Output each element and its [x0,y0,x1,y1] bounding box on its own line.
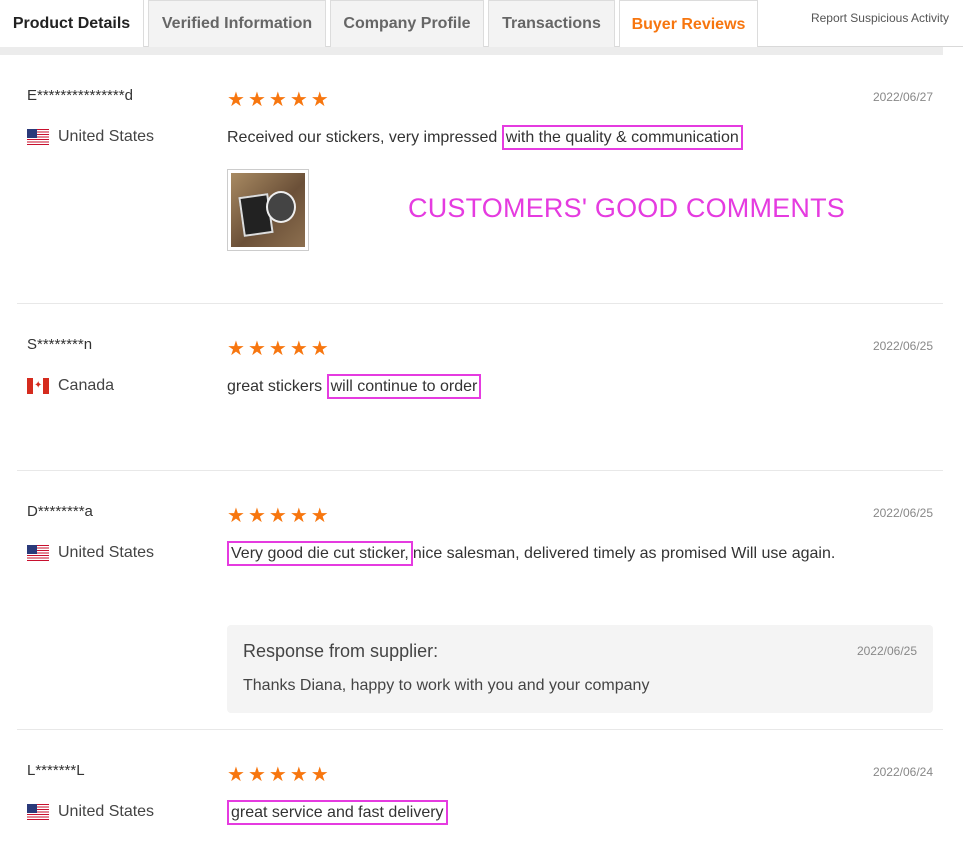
star-icon: ★ [268,89,287,111]
review-date: 2022/06/24 [872,765,933,779]
supplier-response: Response from supplier: 2022/06/25 Thank… [227,625,933,713]
star-icon: ★ [289,764,308,786]
sticker-image [266,191,296,223]
review-text-plain: Received our stickers, very impressed [227,129,502,146]
review-text-highlight: Very good die cut sticker, [227,541,413,566]
country-label: Canada [58,377,115,394]
star-icon: ★ [227,89,245,111]
reviewer-name: D********a [27,503,93,520]
review-item: S********n ✦ Canada ★ ★ ★ ★ ★ 2022/06/25 gre… [17,336,943,471]
star-icon: ★ [310,338,329,360]
reviewer-name: L*******L [27,762,85,779]
review-text-plain: nice salesman, delivered timely as promi… [412,545,836,562]
review-date: 2022/06/25 [872,506,933,520]
us-flag-icon [27,545,49,561]
us-flag-icon [27,129,49,145]
review-photo-thumbnail[interactable] [227,169,309,251]
star-icon: ★ [268,338,287,360]
tab-company-profile[interactable]: Company Profile [330,0,484,47]
tab-verified-information[interactable]: Verified Information [148,0,326,47]
review-item: D********a United States ★ ★ ★ ★ ★ 2022/06/2… [17,503,943,730]
reviewer-country: United States [27,803,154,821]
star-icon: ★ [268,764,287,786]
tab-buyer-reviews[interactable]: Buyer Reviews [619,0,758,48]
divider-band [0,47,943,55]
review-date: 2022/06/25 [872,339,933,353]
canada-flag-icon: ✦ [27,378,49,394]
country-label: United States [58,128,155,145]
review-date: 2022/06/27 [872,90,933,104]
star-icon: ★ [227,764,245,786]
star-icon: ★ [227,505,245,527]
review-text-highlight: will continue to order [326,374,482,399]
response-date: 2022/06/25 [856,644,917,658]
star-icon: ★ [247,89,266,111]
response-text: Thanks Diana, happy to work with you and… [243,677,650,694]
overlay-caption: CUSTOMERS' GOOD COMMENTS [408,193,845,223]
tab-transactions[interactable]: Transactions [488,0,615,47]
star-icon: ★ [289,505,308,527]
review-text: great service and fast delivery [227,800,448,825]
star-icon: ★ [310,764,329,786]
reviewer-name: S********n [27,336,93,353]
star-icon: ★ [289,89,308,111]
country-label: United States [58,544,155,561]
star-icon: ★ [310,89,329,111]
review-text: Received our stickers, very impressed wi… [227,125,743,150]
review-text-highlight: with the quality & communication [501,125,743,150]
star-icon: ★ [247,338,266,360]
star-rating: ★ ★ ★ ★ ★ [227,338,329,360]
response-title: Response from supplier: [243,641,439,661]
us-flag-icon [27,804,49,820]
star-icon: ★ [310,505,329,527]
star-rating: ★ ★ ★ ★ ★ [227,89,329,111]
reviewer-country: United States [27,128,154,146]
tab-bar: Product Details Verified Information Com… [0,0,963,48]
star-icon: ★ [289,338,308,360]
star-icon: ★ [247,764,266,786]
tab-product-details[interactable]: Product Details [0,0,144,47]
review-text-highlight: great service and fast delivery [227,800,448,825]
star-icon: ★ [247,505,266,527]
review-text-plain: great stickers [227,378,327,395]
reviewer-name: E***************d [27,87,133,104]
report-suspicious-activity-link[interactable]: Report Suspicious Activity [811,11,949,25]
review-text: great stickers will continue to order [227,374,482,399]
star-icon: ★ [268,505,287,527]
reviewer-country: ✦ Canada [27,377,114,395]
star-icon: ★ [227,338,245,360]
country-label: United States [58,803,155,820]
sticker-photo [231,173,305,247]
review-item: L*******L United States ★ ★ ★ ★ ★ 2022/06/24… [17,762,943,863]
star-rating: ★ ★ ★ ★ ★ [227,764,329,786]
star-rating: ★ ★ ★ ★ ★ [227,505,329,527]
review-text: Very good die cut sticker, nice salesman,… [227,541,836,566]
reviewer-country: United States [27,544,154,562]
